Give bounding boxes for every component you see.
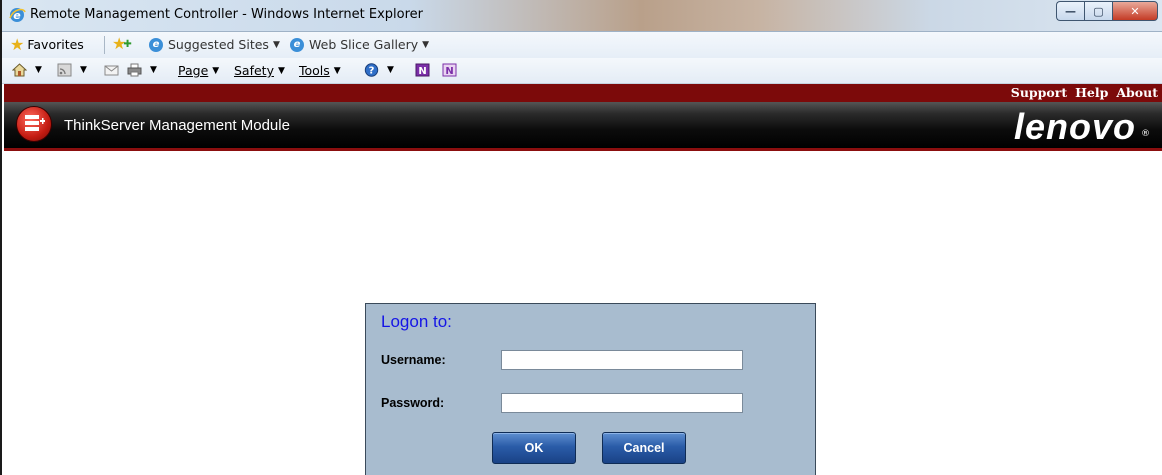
dropdown-arrow-icon: ▼ [277, 65, 285, 76]
dropdown-arrow-icon: ▼ [212, 65, 220, 76]
ie-icon: e [9, 8, 26, 22]
tools-menu-label: Tools [299, 63, 330, 78]
server-logo-icon [16, 106, 52, 142]
cancel-button[interactable]: Cancel [602, 432, 686, 464]
top-links: Support Help About [1011, 84, 1158, 102]
maximize-button[interactable]: ▢ [1084, 1, 1112, 21]
dropdown-arrow-icon: ▼ [422, 39, 430, 50]
ie-page-icon: e [290, 37, 304, 52]
favorites-label: Favorites [27, 37, 84, 52]
svg-text:?: ? [369, 66, 375, 77]
close-button[interactable]: ✕ [1112, 1, 1158, 21]
dropdown-arrow-icon: ▼ [150, 65, 157, 75]
home-icon [12, 63, 27, 77]
favorites-bar: ★ Favorites ★ ✚ e Suggested Sites ▼ e We… [2, 32, 1162, 58]
ie-page-icon: e [149, 37, 163, 52]
ok-button[interactable]: OK [492, 432, 576, 464]
suggested-sites-button[interactable]: e Suggested Sites ▼ [149, 37, 280, 52]
dropdown-arrow-icon: ▼ [387, 65, 394, 75]
print-button[interactable]: ▼ [127, 63, 157, 77]
support-link[interactable]: Support [1011, 84, 1067, 102]
mail-icon [104, 65, 119, 76]
password-field[interactable] [501, 393, 743, 413]
password-label: Password: [381, 396, 445, 410]
login-heading: Logon to: [381, 312, 452, 331]
suggested-sites-label: Suggested Sites [168, 37, 269, 52]
star-icon: ★ [10, 34, 25, 54]
feeds-icon [57, 63, 72, 77]
add-to-favorites-button[interactable]: ★ ✚ [112, 36, 138, 52]
window-controls: — ▢ ✕ [1056, 1, 1158, 23]
onenote-icon: N [415, 63, 430, 77]
dropdown-arrow-icon: ▼ [80, 65, 87, 75]
svg-text:N: N [418, 66, 426, 77]
svg-text:N: N [445, 66, 453, 77]
dropdown-arrow-icon: ▼ [272, 39, 280, 50]
browser-window: e Remote Management Controller - Windows… [0, 0, 1162, 475]
title-bar: e Remote Management Controller - Windows… [2, 0, 1162, 32]
web-slice-gallery-label: Web Slice Gallery [309, 37, 419, 52]
login-panel: Logon to: Username: Password: OK Cancel [365, 303, 816, 475]
home-button[interactable]: ▼ [12, 63, 42, 77]
plus-icon: ✚ [123, 38, 132, 50]
onenote-linked-button[interactable]: N [442, 63, 461, 77]
lenovo-logo: lenovo [1013, 106, 1136, 147]
header-divider [4, 148, 1162, 151]
safety-menu-label: Safety [234, 63, 274, 78]
minimize-button[interactable]: — [1056, 1, 1084, 21]
top-link-strip: Support Help About [4, 84, 1162, 102]
read-mail-button[interactable] [104, 63, 123, 77]
registered-mark: ® [1141, 129, 1150, 139]
about-link[interactable]: About [1116, 84, 1158, 102]
onenote-icon: N [442, 63, 457, 77]
safety-menu[interactable]: Safety ▼ [234, 63, 285, 78]
dropdown-arrow-icon: ▼ [333, 65, 341, 76]
favorites-button[interactable]: ★ Favorites [10, 34, 84, 54]
dropdown-arrow-icon: ▼ [35, 65, 42, 75]
window-title: Remote Management Controller - Windows I… [30, 7, 424, 22]
print-icon [127, 63, 142, 77]
feeds-button[interactable]: ▼ [57, 63, 87, 77]
module-title: ThinkServer Management Module [64, 117, 290, 134]
tools-menu[interactable]: Tools ▼ [299, 63, 341, 78]
username-label: Username: [381, 353, 446, 367]
web-slice-gallery-button[interactable]: e Web Slice Gallery ▼ [290, 37, 429, 52]
help-icon: ? [364, 63, 379, 77]
page-menu-label: Page [178, 63, 209, 78]
username-field[interactable] [501, 350, 743, 370]
onenote-button[interactable]: N [415, 63, 434, 77]
page-header: ThinkServer Management Module lenovo ® [4, 102, 1162, 148]
command-bar: ▼ ▼ ▼ Page ▼ Safety ▼ Tools ▼ ? ▼ N N [2, 58, 1162, 84]
help-link[interactable]: Help [1075, 84, 1108, 102]
page-menu[interactable]: Page ▼ [178, 63, 219, 78]
separator [104, 36, 105, 54]
help-menu[interactable]: ? ▼ [364, 63, 394, 77]
